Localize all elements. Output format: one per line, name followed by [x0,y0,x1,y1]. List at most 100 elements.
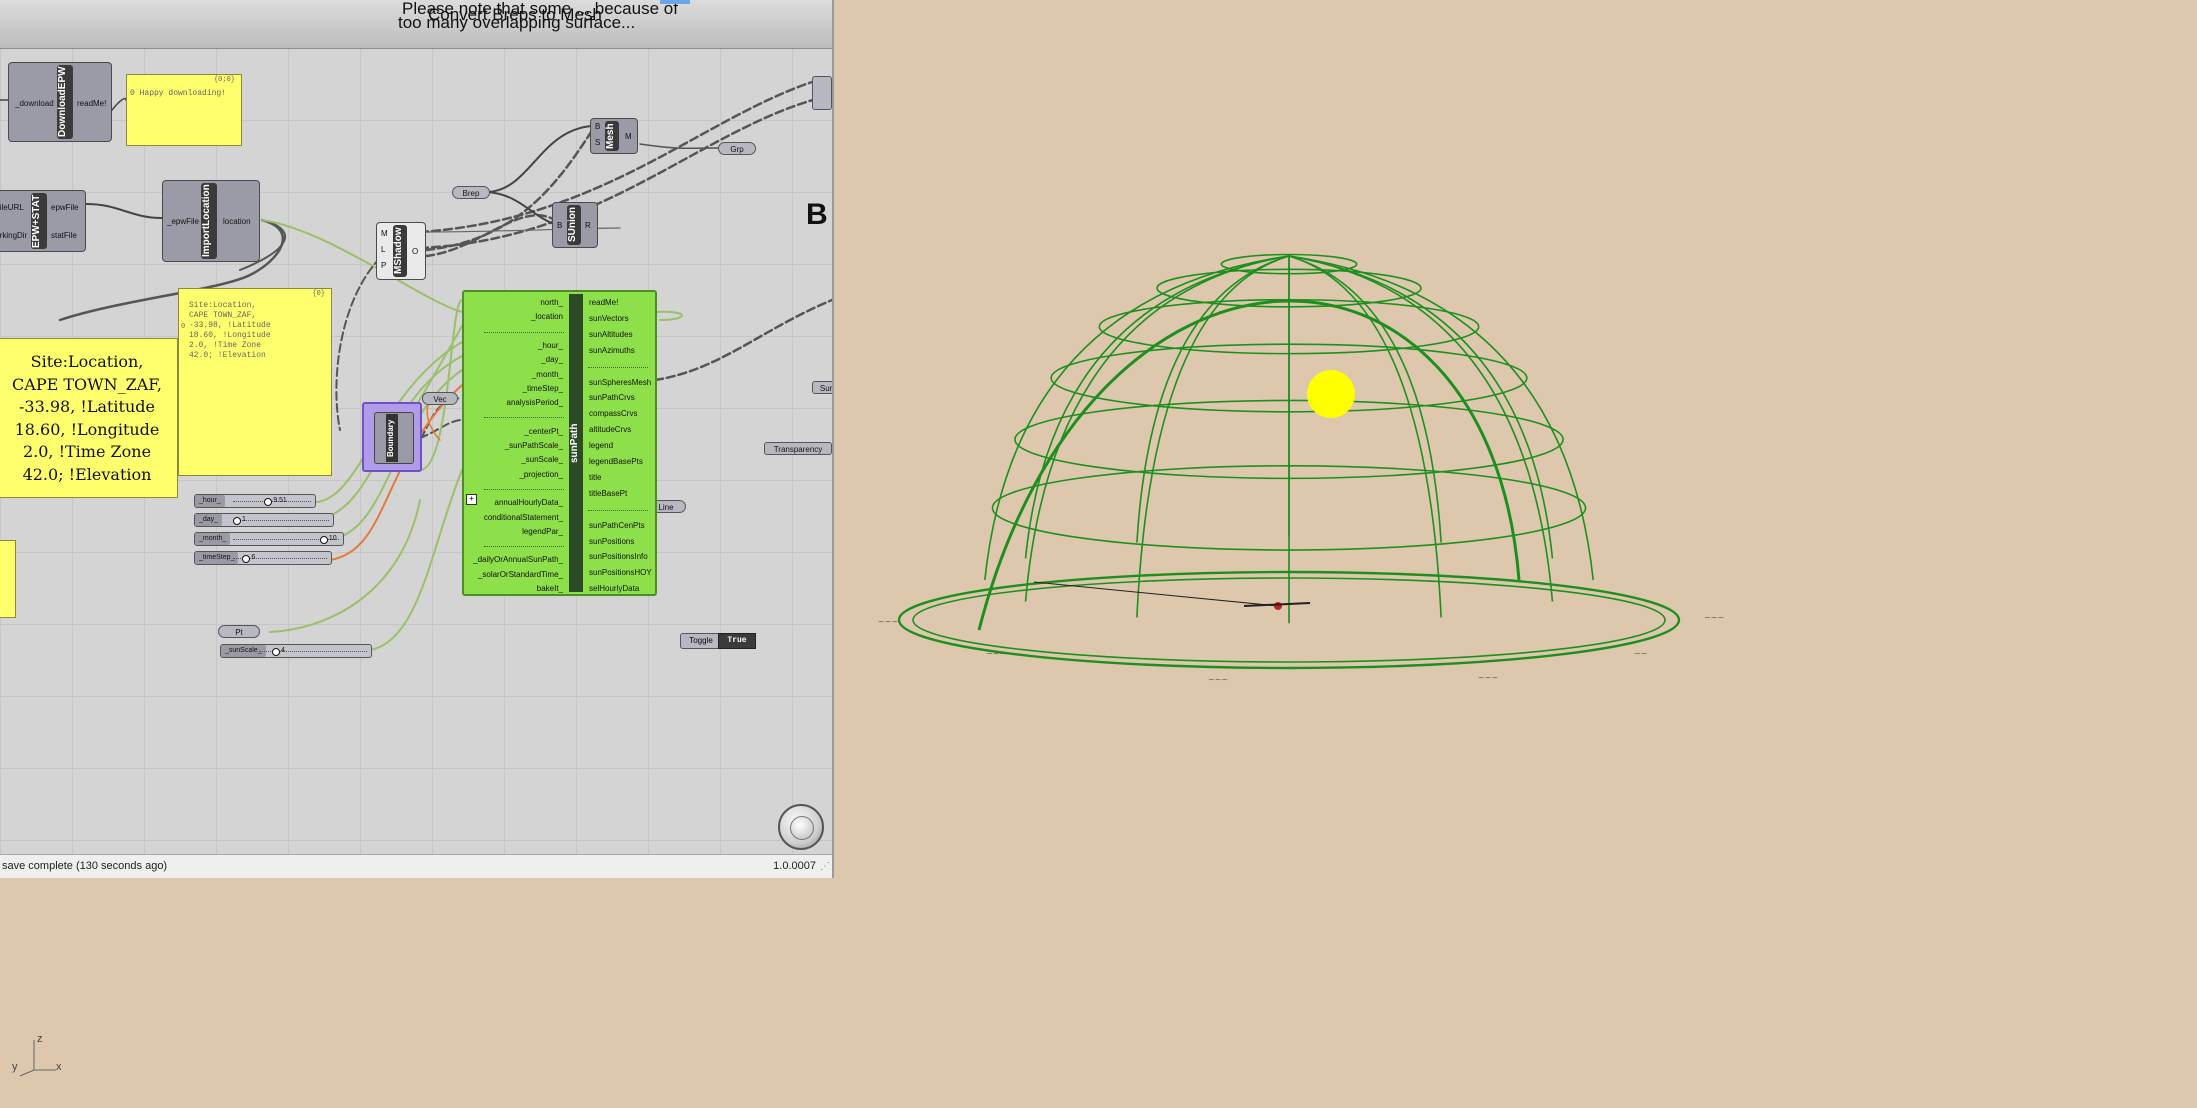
location-panel-small[interactable]: {0} 0 Site:Location, CAPE TOWN_ZAF, -33.… [178,288,332,476]
sunpath-output-port[interactable]: compassCrvs [589,409,637,418]
sunpath-input-port[interactable]: _sunScale_ [521,455,563,464]
output-separator [588,509,648,511]
sunpath-input-port[interactable]: _timeStep_ [523,384,563,393]
mshadow-component[interactable]: M L P MShadow O [376,222,426,280]
slider-knob[interactable] [242,555,251,563]
sunpath-output-port[interactable]: readMe! [589,298,618,307]
sunpath-input-port[interactable]: _projection_ [519,470,563,479]
readme-output-port[interactable]: readMe! [77,99,106,108]
m-input-port[interactable]: M [381,229,388,238]
boundary-cluster[interactable]: Boundary [362,402,422,472]
nav-ball-icon [790,816,814,840]
b-input-port[interactable]: B [557,221,562,230]
panel-line: 42.0; !Elevation [22,464,152,484]
sunpath-input-port[interactable]: _sunPathScale_ [505,441,563,450]
partial-panel[interactable] [0,540,16,618]
sunpath-output-port[interactable]: sunAltitudes [589,330,633,339]
file-url-port[interactable]: _fileURL [0,203,24,212]
location-output-port[interactable]: location [223,217,251,226]
download-input-port[interactable]: _download [15,99,54,108]
sunpath-input-port[interactable]: _day_ [541,355,563,364]
slider-knob[interactable] [264,498,273,506]
download-panel[interactable]: {0;0} 0 Happy downloading! [126,74,242,146]
epw-file-input-port[interactable]: _epwFile [167,217,199,226]
sunpath-output-port[interactable]: titleBasePt [589,489,627,498]
panel-line: -33.98, !Latitude [189,321,271,330]
sunpath-output-port[interactable]: sunAzimuths [589,346,635,355]
canvas-navigation-widget[interactable] [778,804,824,850]
add-input-icon[interactable]: + [466,494,477,505]
sunpath-input-port[interactable]: _location [531,312,563,321]
epw-stat-title: EPW+STAT [31,193,47,249]
sunpath-input-port[interactable]: _month_ [532,370,563,379]
sunpath-input-port[interactable]: analysisPeriod_ [507,398,563,407]
slider-label: _day_ [195,514,223,526]
stat-file-port[interactable]: statFile [51,231,77,240]
svg-text:~~~: ~~~ [878,617,898,626]
sunpath-output-port[interactable]: sunPositions [589,537,634,546]
resize-grip-icon[interactable]: ⋰ [820,861,830,872]
sunpath-output-port[interactable]: sunPositionsInfo [589,552,648,561]
sunpath-output-port[interactable]: sunPathCenPts [589,521,645,530]
working-dir-port[interactable]: _workingDir [0,231,27,240]
toggle-label: Toggle [680,633,722,649]
p-input-port[interactable]: P [381,261,386,270]
sunpath-output-port[interactable]: altitudeCrvs [589,425,631,434]
number-slider[interactable]: _timeStep_ 6 [194,551,332,565]
panel-line: 18.60, !Longitude [189,331,271,340]
number-slider[interactable]: _day_ 1 [194,513,334,527]
l-input-port[interactable]: L [381,245,385,254]
toggle-value[interactable]: True [718,633,756,649]
sunpath-input-port[interactable]: _dailyOrAnnualSunPath_ [473,555,563,564]
boolean-toggle[interactable]: Toggle True [680,633,758,649]
epw-stat-component[interactable]: _fileURL _workingDir EPW+STAT epwFile st… [0,190,86,252]
sunpath-input-port[interactable]: legendPar_ [522,527,563,536]
download-epw-component[interactable]: _download DownloadEPW readMe! [8,62,112,142]
number-slider[interactable]: _hour_ 9.51 [194,494,316,508]
sunpath-input-port[interactable]: _centerPt_ [524,427,563,436]
sunpath-title: sunPath [569,294,583,592]
slider-knob[interactable] [319,536,328,544]
slider-knob[interactable] [233,517,241,525]
offscreen-component[interactable] [812,76,832,110]
slider-knob[interactable] [271,648,280,656]
sunpath-component[interactable]: sunPath north_ _location _hour_ _day_ _month… [462,290,657,596]
grp-param[interactable]: Grp [718,142,756,155]
sunpath-output-port[interactable]: sunVectors [589,314,629,323]
import-location-component[interactable]: _epwFile ImportLocation location [162,180,260,262]
sunion-component[interactable]: B SUnion R [552,202,598,248]
brep-param[interactable]: Brep [452,186,490,199]
sunpath-input-port[interactable]: _hour_ [538,341,563,350]
s-input-port[interactable]: S [595,138,600,147]
sun-param[interactable]: Sun [812,381,832,394]
m-output-port[interactable]: M [625,132,632,141]
sunpath-output-port[interactable]: sunPositionsHOY [589,568,652,577]
mesh-component[interactable]: B S Mesh M [590,118,638,154]
sunpath-output-port[interactable]: title [589,473,601,482]
pt-param[interactable]: Pt [218,625,260,638]
location-panel-large[interactable]: Site:Location, CAPE TOWN_ZAF, -33.98, !L… [0,338,178,498]
status-bar: save complete (130 seconds ago) 1.0.0007… [0,854,832,878]
b-input-port[interactable]: B [595,122,600,131]
sunpath-output-port[interactable]: sunSpheresMesh [589,378,651,387]
sunpath-output-port[interactable]: legend [589,441,613,450]
sunpath-input-port[interactable]: conditionalStatement_ [484,513,563,522]
sunpath-output-port[interactable]: sunPathCrvs [589,393,635,402]
download-epw-title: DownloadEPW [57,65,73,139]
sunpath-input-port[interactable]: bakeIt_ [537,584,563,593]
rhino-viewport[interactable]: ~~~~~~~~~ ~~~~~~~~ [834,0,2197,1108]
slider-track[interactable] [233,520,329,522]
o-output-port[interactable]: O [412,247,418,256]
number-slider[interactable]: _sunScale_ 4 [220,644,372,658]
slider-value: 10 [328,535,337,542]
sunpath-input-port[interactable]: north_ [540,298,563,307]
epw-file-port[interactable]: epwFile [51,203,79,212]
number-slider[interactable]: _month_ 10 [194,532,344,546]
vec-param[interactable]: Vec [422,392,458,405]
sunpath-input-port[interactable]: annualHourlyData_ [495,498,564,507]
transparency-param[interactable]: Transparency [764,442,832,455]
r-output-port[interactable]: R [585,221,591,230]
sunpath-input-port[interactable]: _solarOrStandardTime_ [478,570,563,579]
sunpath-output-port[interactable]: legendBasePts [589,457,643,466]
sunpath-output-port[interactable]: selHourlyData [589,584,639,593]
